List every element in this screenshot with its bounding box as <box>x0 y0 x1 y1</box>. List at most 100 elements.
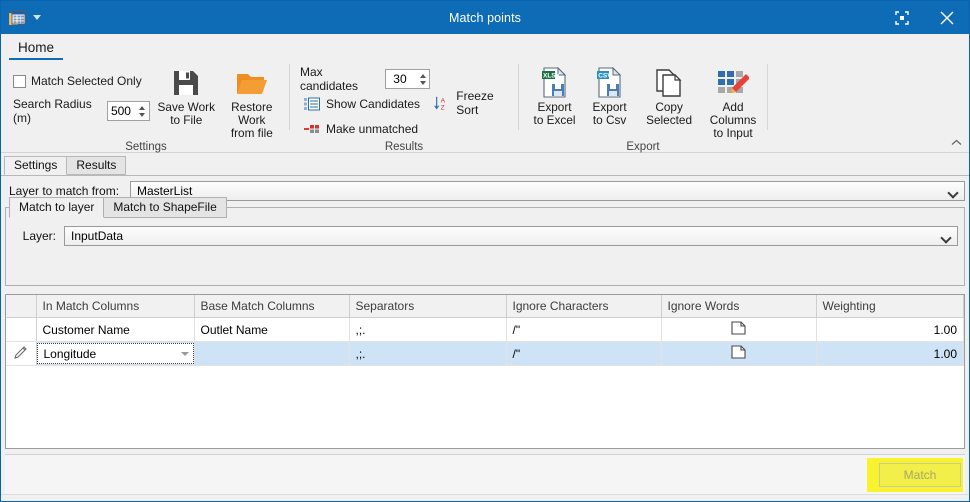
spinner-down-icon[interactable] <box>139 112 146 117</box>
match-target-tab-strip: Match to layer Match to ShapeFile <box>9 197 964 218</box>
cell-ignore-words[interactable] <box>661 341 817 366</box>
row-indicator-header <box>6 295 37 318</box>
copy-selected-button[interactable]: Copy Selected <box>637 60 701 127</box>
close-icon[interactable] <box>924 1 969 34</box>
pencil-edit-icon <box>14 345 28 362</box>
match-selected-only-row[interactable]: Match Selected Only <box>13 70 150 92</box>
table-header-row: In Match Columns Base Match Columns Sepa… <box>6 295 964 318</box>
export-to-csv-label: Export to Csv <box>592 100 627 127</box>
main-content: Settings Results Layer to match from: Ma… <box>1 153 969 494</box>
column-header-base-match-columns[interactable]: Base Match Columns <box>194 295 350 318</box>
add-columns-to-input-label: Add Columns to Input <box>709 100 757 140</box>
match-columns-table: In Match Columns Base Match Columns Sepa… <box>6 295 964 366</box>
layer-combo[interactable]: InputData <box>64 226 958 246</box>
max-candidates-label: Max candidates <box>300 65 359 93</box>
freeze-sort-label: Freeze Sort <box>456 89 494 117</box>
cell-base-match-column[interactable] <box>194 341 350 366</box>
match-button[interactable]: Match <box>879 462 961 487</box>
row-indicator <box>6 341 37 366</box>
cell-ignore-characters[interactable]: /" <box>506 317 662 342</box>
cell-weighting[interactable]: 1.00 <box>816 317 964 342</box>
restore-work-from-file-button[interactable]: Restore Work from file <box>217 60 287 140</box>
layer-value: InputData <box>71 229 124 243</box>
search-radius-value[interactable]: 500 <box>108 102 136 120</box>
open-folder-icon <box>236 65 268 101</box>
ribbon-tab-home[interactable]: Home <box>9 38 64 60</box>
main-tab-strip: Settings Results <box>1 156 969 176</box>
search-radius-label: Search Radius (m) <box>13 97 92 125</box>
search-radius-spin-arrows[interactable] <box>136 102 149 120</box>
restore-window-icon[interactable] <box>879 1 924 34</box>
show-candidates-label: Show Candidates <box>326 97 421 111</box>
quick-access-toolbar <box>1 10 41 26</box>
cell-ignore-characters[interactable]: /" <box>506 341 662 366</box>
ribbon-group-export-label: Export <box>626 141 660 153</box>
cell-in-match-column[interactable]: Longitude <box>36 341 195 366</box>
column-header-ignore-characters[interactable]: Ignore Characters <box>506 295 662 318</box>
in-match-column-editor-value[interactable]: Longitude <box>44 347 97 361</box>
match-columns-grid: In Match Columns Base Match Columns Sepa… <box>5 294 965 449</box>
match-to-layer-body: Layer: InputData <box>6 218 964 285</box>
cell-separators[interactable]: ,;. <box>349 317 507 342</box>
match-selected-only-checkbox[interactable] <box>13 74 26 88</box>
make-unmatched-button[interactable]: Make unmatched <box>300 118 430 140</box>
column-header-in-match-columns[interactable]: In Match Columns <box>36 295 195 318</box>
csv-file-icon: CSV <box>595 65 625 101</box>
chevron-down-icon[interactable] <box>935 227 957 245</box>
add-columns-to-input-button[interactable]: Add Columns to Input <box>701 60 765 140</box>
layer-to-match-from-value: MasterList <box>137 184 193 198</box>
panel-spacer <box>12 247 958 275</box>
chevron-up-icon[interactable] <box>949 135 963 149</box>
row-indicator <box>6 317 37 342</box>
cell-in-match-column[interactable]: Customer Name <box>36 317 195 342</box>
table-report-icon <box>9 10 26 26</box>
max-candidates-stepper[interactable]: 30 <box>384 69 431 89</box>
layer-to-match-from-label: Layer to match from: <box>9 184 120 198</box>
spinner-down-icon[interactable] <box>419 80 426 85</box>
ribbon-group-settings: Match Selected Only Search Radius (m) 50… <box>3 60 289 153</box>
save-work-to-file-button[interactable]: Save Work to File <box>156 60 217 127</box>
triangle-down-icon[interactable] <box>180 344 189 363</box>
in-match-column-editor[interactable]: Longitude <box>36 343 193 364</box>
remove-row-icon <box>304 121 320 137</box>
make-unmatched-label: Make unmatched <box>326 122 419 136</box>
tab-match-to-shapefile[interactable]: Match to ShapeFile <box>103 197 227 218</box>
copy-selected-label: Copy Selected <box>646 100 693 127</box>
table-row[interactable]: Customer Name Outlet Name ,;. /" 1.00 <box>6 317 964 342</box>
column-header-weighting[interactable]: Weighting <box>816 295 964 318</box>
spinner-up-icon[interactable] <box>139 105 146 110</box>
svg-text:Z: Z <box>441 104 445 111</box>
document-icon[interactable] <box>731 321 746 338</box>
show-candidates-button[interactable]: Show Candidates <box>300 93 430 115</box>
copy-pages-icon <box>654 65 684 101</box>
spinner-up-icon[interactable] <box>419 73 426 78</box>
match-target-panel: Match to layer Match to ShapeFile Layer:… <box>5 197 965 286</box>
table-row[interactable]: Longitude ,;. /" 1.00 <box>6 341 964 366</box>
cell-base-match-column[interactable]: Outlet Name <box>194 317 350 342</box>
search-radius-stepper[interactable]: 500 <box>107 101 150 121</box>
export-to-csv-button[interactable]: CSV Export to Csv <box>582 60 637 127</box>
chevron-down-icon[interactable] <box>33 15 41 20</box>
document-icon[interactable] <box>731 345 746 362</box>
add-columns-pencil-icon <box>717 65 750 101</box>
tab-results[interactable]: Results <box>66 156 127 175</box>
column-header-ignore-words[interactable]: Ignore Words <box>661 295 817 318</box>
svg-text:CSV: CSV <box>598 73 612 80</box>
cell-separators[interactable]: ,;. <box>349 341 507 366</box>
title-bar: Match points <box>1 1 969 34</box>
tab-settings[interactable]: Settings <box>4 156 68 175</box>
max-candidates-spin-arrows[interactable] <box>416 70 429 88</box>
svg-text:A: A <box>441 97 446 104</box>
column-header-separators[interactable]: Separators <box>349 295 507 318</box>
max-candidates-value[interactable]: 30 <box>386 70 417 88</box>
ribbon-group-divider <box>767 64 768 130</box>
freeze-sort-button[interactable]: A Z Freeze Sort <box>430 89 516 117</box>
match-selected-only-label: Match Selected Only <box>31 74 142 88</box>
grid-list-icon <box>304 96 320 112</box>
svg-text:XLSX: XLSX <box>543 73 561 80</box>
tab-match-to-layer[interactable]: Match to layer <box>9 197 105 218</box>
export-to-excel-button[interactable]: XLSX Export to Excel <box>527 60 582 127</box>
status-bar <box>1 494 969 501</box>
cell-ignore-words[interactable] <box>661 317 817 342</box>
cell-weighting[interactable]: 1.00 <box>816 341 964 366</box>
